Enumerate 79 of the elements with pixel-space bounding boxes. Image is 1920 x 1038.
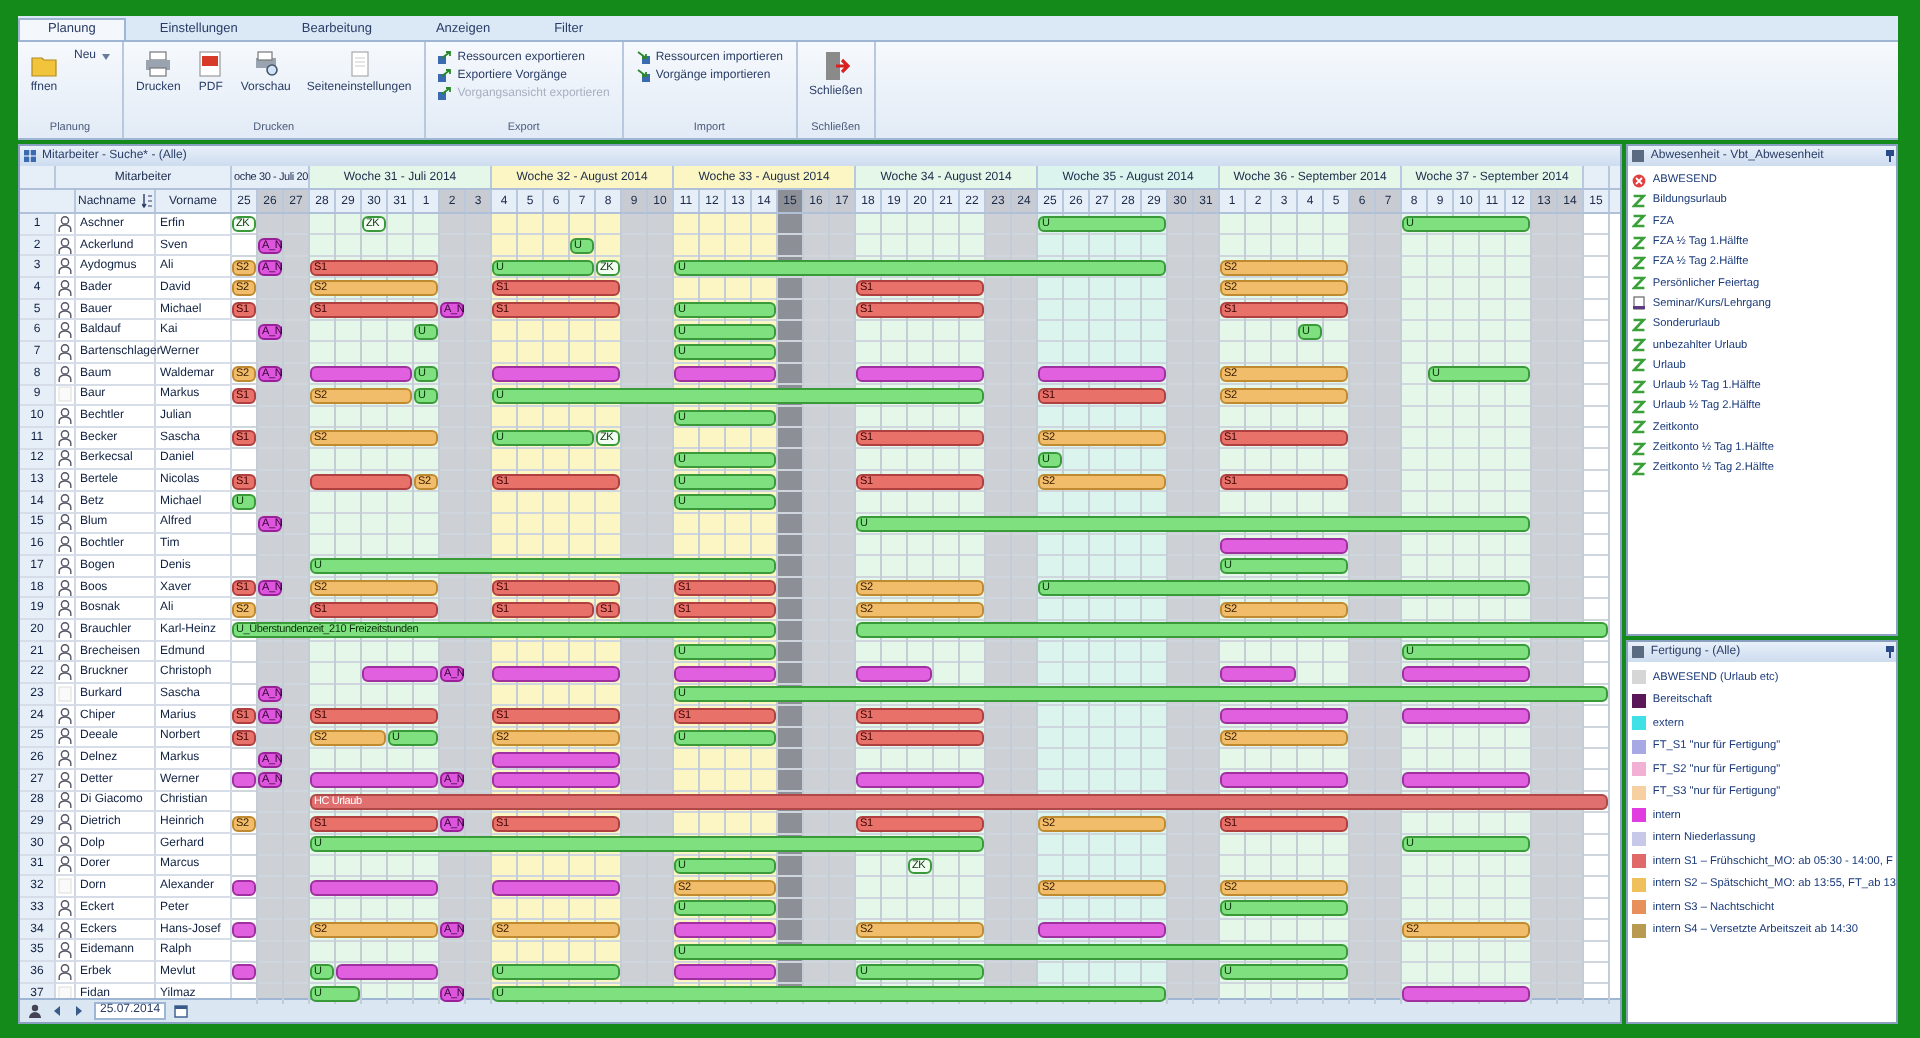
person-icon — [58, 771, 72, 788]
print-preview-icon — [251, 50, 280, 78]
vacation-bar[interactable] — [856, 622, 1608, 639]
assignment-bar[interactable] — [232, 879, 256, 896]
absent-icon — [1632, 173, 1647, 188]
person-icon — [58, 579, 72, 596]
sort-icon — [142, 194, 152, 208]
next-arrow-icon[interactable] — [72, 1004, 86, 1018]
person-icon — [58, 963, 72, 980]
page-icon — [345, 50, 374, 78]
import-icon — [635, 50, 650, 64]
person-icon — [58, 365, 72, 382]
person-icon — [58, 215, 72, 232]
assignment-bar[interactable] — [1220, 708, 1348, 725]
blank-avatar-icon — [58, 386, 72, 403]
person-icon — [58, 493, 72, 510]
import-icon — [635, 68, 650, 82]
assignment-bar[interactable] — [232, 964, 256, 981]
previous-arrow-icon[interactable] — [50, 1004, 64, 1018]
caret-icon — [102, 53, 111, 59]
pin-icon[interactable] — [1884, 150, 1896, 162]
assignment-bar[interactable] — [1402, 772, 1530, 789]
person-icon[interactable] — [28, 1004, 42, 1018]
person-icon — [58, 322, 72, 339]
person-icon — [58, 942, 72, 959]
blank-avatar-icon — [58, 685, 72, 702]
person-icon — [58, 899, 72, 916]
person-icon — [58, 707, 72, 724]
assignment-bar[interactable] — [856, 366, 984, 383]
person-icon — [58, 856, 72, 873]
person-icon — [58, 557, 72, 574]
person-icon — [58, 750, 72, 767]
grid-icon — [24, 150, 36, 162]
person-icon — [58, 279, 72, 296]
person-icon — [58, 600, 72, 617]
assignment-bar[interactable] — [336, 964, 438, 981]
person-icon — [58, 921, 72, 938]
person-icon — [58, 343, 72, 360]
pdf-document-icon — [196, 50, 225, 78]
person-icon — [58, 643, 72, 660]
person-icon — [58, 664, 72, 681]
person-icon — [58, 792, 72, 809]
pin-icon[interactable] — [1884, 646, 1896, 658]
document-icon — [1632, 296, 1647, 311]
assignment-bar[interactable] — [1038, 922, 1166, 939]
person-icon — [58, 258, 72, 275]
person-icon — [58, 237, 72, 254]
assignment-bar[interactable] — [310, 366, 412, 383]
assignment-bar[interactable] — [674, 366, 776, 383]
assignment-bar[interactable] — [492, 772, 620, 789]
printer-icon — [144, 50, 173, 78]
assignment-bar[interactable] — [1402, 986, 1530, 1003]
export-icon — [437, 50, 452, 64]
assignment-bar[interactable] — [310, 772, 438, 789]
person-icon — [58, 408, 72, 425]
person-icon — [58, 514, 72, 531]
person-icon — [58, 814, 72, 831]
person-icon — [58, 728, 72, 745]
assignment-bar[interactable] — [492, 366, 620, 383]
person-icon — [58, 450, 72, 467]
calendar-icon[interactable] — [174, 1004, 189, 1018]
person-icon — [58, 621, 72, 638]
assignment-bar[interactable] — [1038, 366, 1166, 383]
assignment-bar[interactable] — [674, 922, 776, 939]
person-icon — [58, 536, 72, 553]
assignment-bar[interactable] — [856, 772, 984, 789]
assignment-bar[interactable] — [1220, 772, 1348, 789]
person-icon — [58, 472, 72, 489]
assignment-bar[interactable] — [1402, 708, 1530, 725]
assignment-bar[interactable] — [232, 772, 256, 789]
door-exit-icon — [821, 50, 850, 82]
person-icon — [58, 301, 72, 318]
person-icon — [58, 835, 72, 852]
blank-avatar-icon — [58, 878, 72, 895]
assignment-bar[interactable] — [232, 922, 256, 939]
export-icon — [437, 86, 452, 100]
assignment-bar[interactable] — [674, 964, 776, 981]
person-icon — [58, 429, 72, 446]
export-icon — [437, 68, 452, 82]
